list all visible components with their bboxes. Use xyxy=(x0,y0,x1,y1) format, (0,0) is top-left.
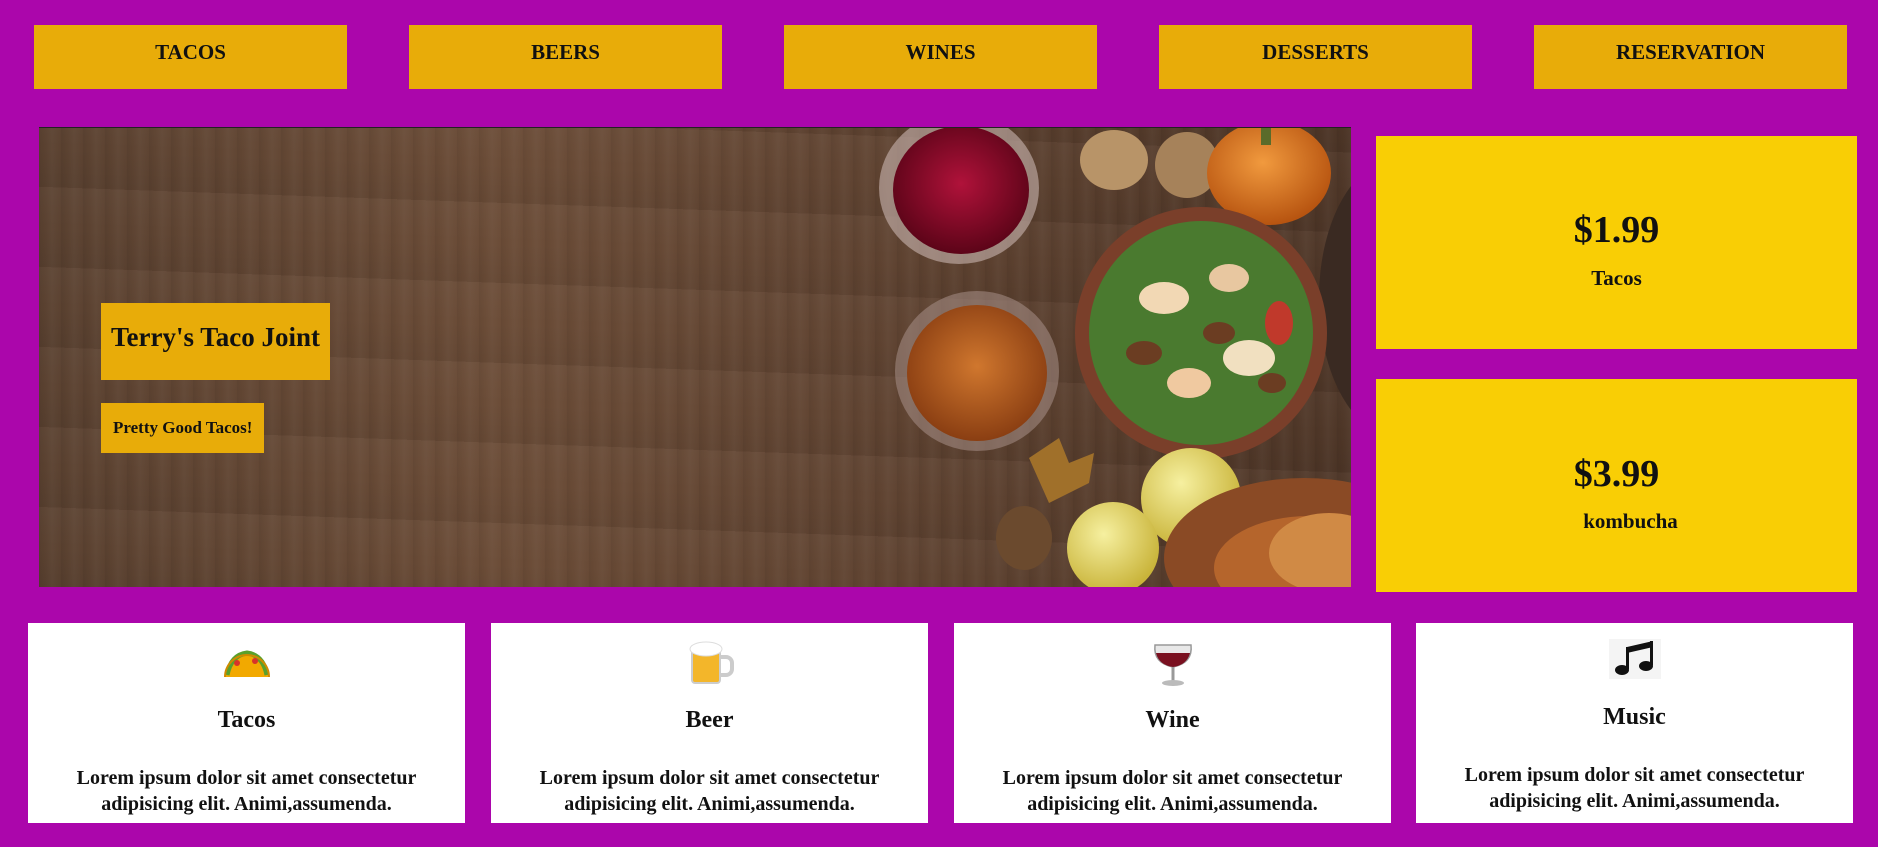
feature-card-wine: Wine Lorem ipsum dolor sit amet consecte… xyxy=(954,623,1391,823)
main-nav: TACOS BEERS WINES DESSERTS RESERVATION xyxy=(34,25,1847,89)
price-amount: $1.99 xyxy=(1573,209,1660,251)
price-label: kombucha xyxy=(1583,509,1678,533)
feature-text: Lorem ipsum dolor sit amet consectetur a… xyxy=(1464,764,1805,812)
feature-card-music: Music Lorem ipsum dolor sit amet consect… xyxy=(1416,623,1853,823)
price-label: Tacos xyxy=(1591,266,1642,290)
nav-tacos-button[interactable]: TACOS xyxy=(34,25,347,89)
feature-text: Lorem ipsum dolor sit amet consectetur a… xyxy=(1002,767,1343,815)
hero-banner: Terry's Taco Joint Pretty Good Tacos! xyxy=(39,127,1351,587)
wine-glass-icon xyxy=(1153,644,1192,686)
feature-text: Lorem ipsum dolor sit amet consectetur a… xyxy=(76,767,417,815)
feature-title: Tacos xyxy=(217,707,276,733)
music-notes-icon xyxy=(1608,639,1661,679)
feature-card-tacos: Tacos Lorem ipsum dolor sit amet consect… xyxy=(28,623,465,823)
feature-title: Beer xyxy=(685,707,734,733)
taco-icon xyxy=(223,650,270,678)
hero-title: Terry's Taco Joint xyxy=(101,303,331,380)
nav-beers-button[interactable]: BEERS xyxy=(409,25,722,89)
price-card-kombucha: $3.99 kombucha xyxy=(1376,379,1857,592)
hero-subtitle-button[interactable]: Pretty Good Tacos! xyxy=(101,403,265,453)
feature-title: Music xyxy=(1603,704,1666,730)
price-amount: $3.99 xyxy=(1573,453,1660,495)
feature-title: Wine xyxy=(1145,707,1200,733)
nav-wines-button[interactable]: WINES xyxy=(784,25,1097,89)
nav-desserts-button[interactable]: DESSERTS xyxy=(1159,25,1472,89)
price-card-tacos: $1.99 Tacos xyxy=(1376,136,1857,349)
beer-mug-icon xyxy=(689,641,734,684)
nav-reservation-button[interactable]: RESERVATION xyxy=(1534,25,1847,89)
feature-text: Lorem ipsum dolor sit amet consectetur a… xyxy=(539,767,880,815)
feature-card-beer: Beer Lorem ipsum dolor sit amet consecte… xyxy=(491,623,928,823)
